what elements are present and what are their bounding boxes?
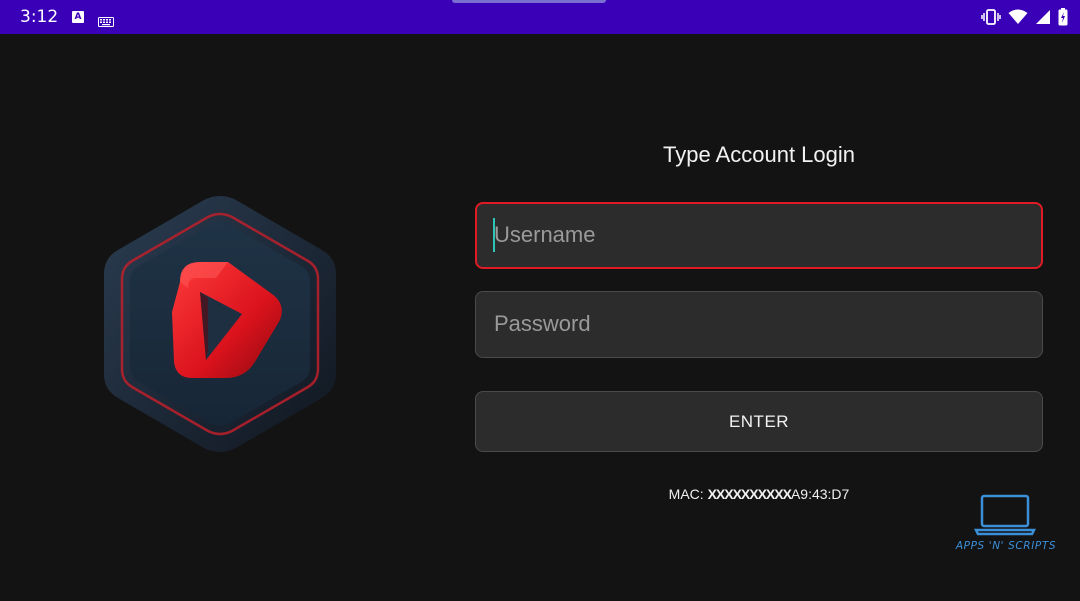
username-input[interactable]: Username bbox=[475, 202, 1043, 269]
status-time: 3:12 bbox=[20, 7, 59, 27]
password-input[interactable]: Password bbox=[475, 291, 1043, 358]
status-icons-right bbox=[981, 8, 1068, 30]
password-placeholder: Password bbox=[494, 311, 591, 336]
wifi-icon bbox=[1008, 9, 1028, 29]
keyboard-icon bbox=[98, 12, 114, 31]
battery-charging-icon bbox=[1058, 8, 1068, 30]
mac-suffix: A9:43:D7 bbox=[790, 486, 850, 502]
status-bar: 3:12 A bbox=[0, 0, 1080, 34]
a-badge-icon: A bbox=[72, 11, 84, 23]
signal-icon bbox=[1035, 9, 1051, 29]
laptop-icon bbox=[973, 494, 1037, 536]
watermark-text: APPS 'N' SCRIPTS bbox=[955, 540, 1057, 552]
login-title: Type Account Login bbox=[662, 142, 856, 167]
mac-prefix: MAC: bbox=[668, 486, 708, 502]
apps-n-scripts-watermark: APPS 'N' SCRIPTS bbox=[944, 494, 1068, 556]
username-placeholder: Username bbox=[494, 222, 596, 247]
play-hexagon-logo-icon bbox=[96, 192, 344, 456]
mac-redacted: XXXXXXXXXX bbox=[707, 486, 792, 502]
enter-button[interactable]: ENTER bbox=[475, 391, 1043, 452]
camera-notch bbox=[452, 0, 606, 3]
login-screen: Type Account Login Username Password ENT… bbox=[0, 34, 1080, 601]
vibrate-icon bbox=[981, 8, 1001, 30]
